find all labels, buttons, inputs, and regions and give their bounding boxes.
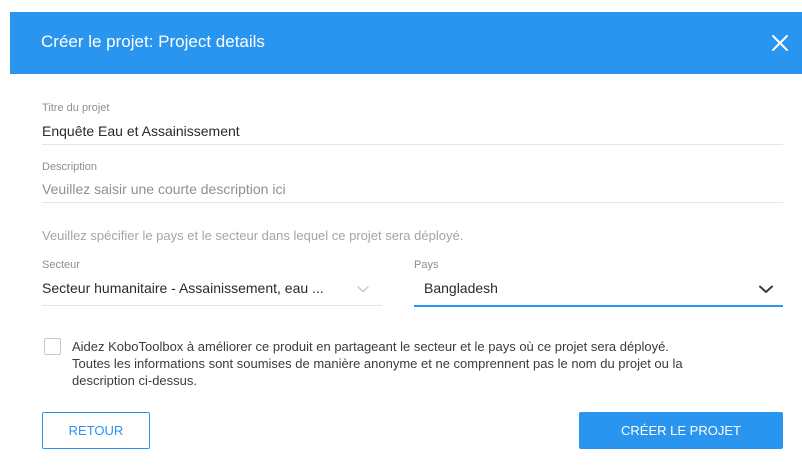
modal-body: Titre du projet Enquête Eau et Assainiss… (10, 74, 802, 465)
modal-header: Créer le projet: Project details (10, 12, 802, 74)
description-underline (42, 202, 783, 203)
consent-line-1: Aidez KoboToolbox à améliorer ce produit… (72, 339, 669, 354)
back-button[interactable]: RETOUR (42, 412, 150, 449)
create-project-button[interactable]: CRÉER LE PROJET (579, 412, 783, 449)
description-label: Description (42, 161, 98, 173)
project-title-label: Titre du projet (42, 102, 110, 114)
consent-line-3: description ci-dessus. (72, 373, 197, 388)
deployment-instruction: Veuillez spécifier le pays et le secteur… (42, 228, 464, 243)
country-select[interactable]: Bangladesh (414, 277, 783, 303)
sector-select[interactable]: Secteur humanitaire - Assainissement, ea… (42, 277, 382, 303)
modal-title: Créer le projet: Project details (41, 32, 265, 51)
country-select-value: Bangladesh (424, 280, 498, 296)
sector-select-value: Secteur humanitaire - Assainissement, ea… (42, 280, 324, 296)
create-project-modal: Créer le projet: Project details Titre d… (0, 0, 802, 465)
project-title-input[interactable]: Enquête Eau et Assainissement (42, 123, 240, 139)
sector-label: Secteur (42, 259, 80, 271)
consent-text: Aidez KoboToolbox à améliorer ce produit… (72, 338, 792, 389)
project-title-underline (42, 144, 783, 145)
sector-underline (42, 305, 382, 306)
country-label: Pays (414, 259, 439, 271)
chevron-down-icon (357, 286, 369, 293)
country-underline-active (414, 305, 783, 307)
close-button[interactable] (767, 30, 793, 56)
consent-line-2: Toutes les informations sont soumises de… (72, 356, 683, 371)
description-input[interactable]: Veuillez saisir une courte description i… (42, 181, 286, 197)
consent-checkbox[interactable] (44, 338, 61, 355)
close-icon (772, 35, 788, 51)
chevron-down-icon (759, 285, 773, 293)
